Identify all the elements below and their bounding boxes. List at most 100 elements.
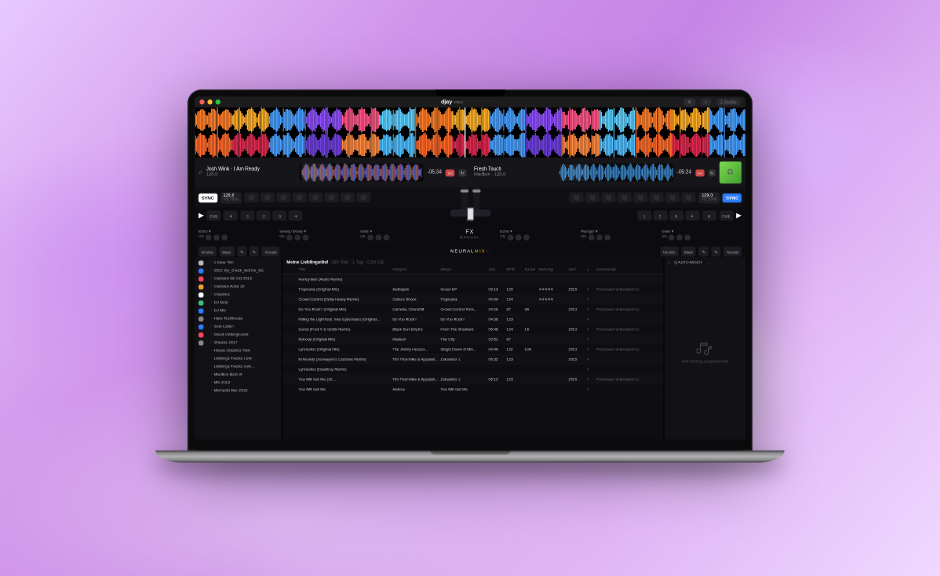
loop-button-b[interactable]: 8 — [702, 211, 716, 221]
sidebar-playlist-item[interactable]: Camden Arise 10 — [207, 282, 282, 290]
sidebar-playlist-item[interactable]: Hara Techhouse — [207, 314, 282, 322]
fx-knob[interactable] — [383, 235, 389, 241]
fx-knob[interactable] — [588, 235, 594, 241]
source-icon[interactable] — [198, 317, 203, 322]
fx-on-button[interactable]: ON — [500, 235, 505, 241]
sidebar-playlist-item[interactable]: Lieblings Tracks Livin — [207, 354, 282, 362]
column-header[interactable]: BPM — [507, 268, 525, 273]
column-header[interactable]: Zeit — [489, 268, 507, 273]
minimize-icon[interactable] — [208, 100, 213, 105]
sidebar-playlist-item[interactable]: DJ Mix — [207, 306, 282, 314]
table-row[interactable]: You Will Get MeAndreaYou Will Get Me✓ — [283, 385, 664, 395]
sidebar-playlist-item[interactable]: Solo Listen — [207, 322, 282, 330]
fx-knob[interactable] — [303, 235, 309, 241]
main-waveform[interactable] — [195, 108, 746, 158]
fx-on-button[interactable]: ON — [279, 235, 284, 241]
fx-on-button[interactable]: ON — [581, 235, 586, 241]
column-header[interactable]: ✓ — [587, 268, 597, 273]
table-row[interactable]: Nobody (Original Mix)MadeonThe City03:51… — [283, 335, 664, 345]
sidebar-playlist-item[interactable]: Sheese 2017 — [207, 338, 282, 346]
fx-knob[interactable] — [507, 235, 513, 241]
bpm-display-b[interactable]: 129.0+0.78% — [699, 192, 720, 203]
fx-slot-label[interactable]: Echo ▾ — [500, 229, 580, 234]
control-button[interactable] — [260, 193, 274, 203]
hotcue-button[interactable]: 3 — [669, 211, 683, 221]
column-header[interactable]: Interpret — [393, 268, 441, 273]
control-button[interactable] — [244, 193, 258, 203]
fx-knob[interactable] — [222, 235, 228, 241]
fx-knob[interactable] — [604, 235, 610, 241]
control-button[interactable] — [324, 193, 338, 203]
deck-a-loop-badge[interactable]: ↻ — [459, 169, 466, 176]
control-button[interactable] — [682, 193, 696, 203]
deck-mode-select[interactable]: 2 Decks — [716, 99, 740, 106]
table-row[interactable]: Do You Rock? (Original Mix)Camelia, Chan… — [283, 305, 664, 315]
neural-stem-button[interactable]: ✎ — [250, 247, 259, 257]
sidebar-playlist-item[interactable]: Camden 08 Oct 2016 — [207, 274, 282, 282]
control-button[interactable] — [634, 193, 648, 203]
hotcue-button[interactable]: 1 — [241, 211, 255, 221]
column-header[interactable] — [287, 268, 299, 273]
bpm-display-a[interactable]: 129.0+0.78% — [220, 192, 241, 203]
column-header[interactable]: Jahr — [569, 268, 587, 273]
sync-button-a[interactable]: SYNC — [199, 193, 218, 202]
neural-stem-button[interactable]: Bass — [681, 247, 696, 257]
sidebar-playlist-item[interactable]: 1 Dear Tim — [207, 258, 282, 266]
sidebar-playlist-item[interactable]: Lieblings Tracks vom... — [207, 362, 282, 370]
neural-stem-button[interactable]: ✎ — [711, 247, 720, 257]
neural-stem-button[interactable]: Drums — [660, 247, 678, 257]
play-button-a[interactable]: ▶ — [199, 212, 204, 220]
control-button[interactable] — [276, 193, 290, 203]
hotcue-button[interactable]: 4 — [289, 211, 303, 221]
source-icon[interactable] — [198, 285, 203, 290]
fx-knob[interactable] — [206, 235, 212, 241]
volume-fader-b[interactable] — [473, 186, 479, 210]
volume-fader-a[interactable] — [461, 186, 467, 210]
cue-button-a[interactable]: CUE — [207, 211, 221, 221]
close-icon[interactable] — [200, 100, 205, 105]
sidebar-playlist-item[interactable]: Moments like 2016 — [207, 386, 282, 394]
hotcue-button[interactable]: 2 — [653, 211, 667, 221]
table-row[interactable]: Tropicana (Original Mix)AudiojackGruuv E… — [283, 285, 664, 295]
source-icon[interactable] — [198, 333, 203, 338]
library-source-rail[interactable] — [195, 258, 207, 440]
fx-slot-label[interactable]: Flanger ▾ — [581, 229, 661, 234]
neural-stem-button[interactable]: Drums — [199, 247, 217, 257]
library-columns[interactable]: TitleInterpretAlbumZeitBPMTonartWertungJ… — [283, 267, 664, 275]
fx-knob[interactable] — [685, 235, 691, 241]
sync-button-b[interactable]: SYNC — [723, 193, 742, 202]
fx-slot-label[interactable]: Echo ▾ — [199, 229, 279, 234]
sidebar-playlist-item[interactable]: MadBox Best of — [207, 370, 282, 378]
control-button[interactable] — [292, 193, 306, 203]
fx-knob[interactable] — [515, 235, 521, 241]
neural-stem-button[interactable]: Vocals — [724, 247, 742, 257]
library-sidebar[interactable]: 1 Dear Tim2022 my_check_techno_etcCamden… — [207, 258, 283, 440]
traffic-lights[interactable] — [200, 100, 221, 105]
settings-icon[interactable]: ⚙ — [683, 98, 695, 106]
hotcue-button[interactable]: 3 — [273, 211, 287, 221]
fx-knob[interactable] — [596, 235, 602, 241]
control-button[interactable] — [570, 193, 584, 203]
fx-knob[interactable] — [214, 235, 220, 241]
sidebar-playlist-item[interactable]: DJ Sets — [207, 298, 282, 306]
hotcue-button[interactable]: 1 — [637, 211, 651, 221]
deck-a-overview[interactable] — [299, 164, 423, 182]
source-icon[interactable] — [198, 325, 203, 330]
control-button[interactable] — [308, 193, 322, 203]
table-row[interactable]: M Anxiety (Jonwayne's Custome Remix)Tim … — [283, 355, 664, 365]
control-button[interactable] — [356, 193, 370, 203]
sidebar-playlist-item[interactable]: Great Underground — [207, 330, 282, 338]
table-row[interactable]: Crowd Control (Delta Heavy Remix)Culture… — [283, 295, 664, 305]
play-button-b[interactable]: ▶ — [736, 212, 741, 220]
fx-knob[interactable] — [367, 235, 373, 241]
control-button[interactable] — [602, 193, 616, 203]
control-button[interactable] — [340, 193, 354, 203]
fullscreen-icon[interactable] — [216, 100, 221, 105]
fx-slot-label[interactable]: Gate ▾ — [360, 229, 440, 234]
source-icon[interactable] — [198, 277, 203, 282]
neural-stem-button[interactable]: ✎ — [699, 247, 708, 257]
column-header[interactable]: Kommentar — [597, 268, 660, 273]
deck-b-loop-badge[interactable]: ↻ — [708, 169, 715, 176]
midi-icon[interactable]: ⫟ — [701, 99, 712, 106]
table-row[interactable]: Killing the Light feat. Inne Eysermans (… — [283, 315, 664, 325]
